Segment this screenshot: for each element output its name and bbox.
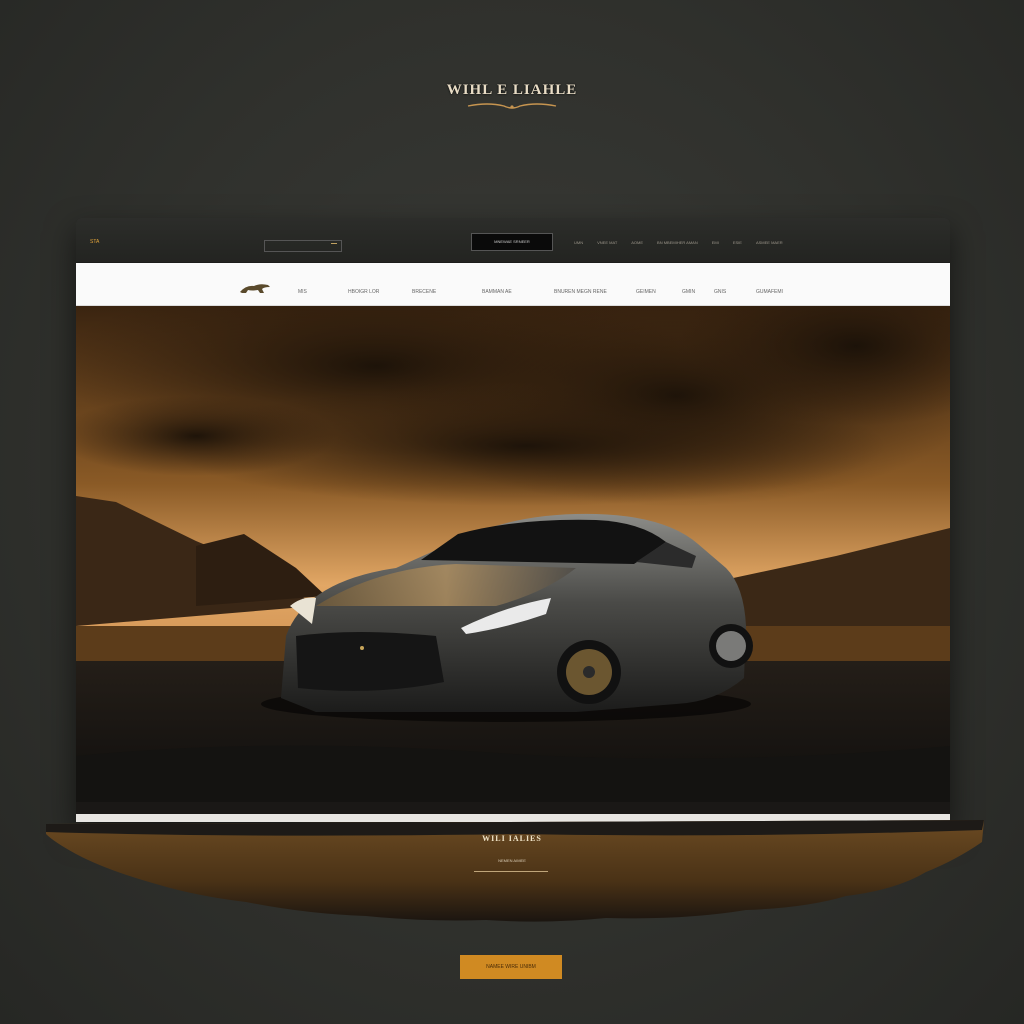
topbar-link[interactable]: VNEE MAT (597, 240, 617, 245)
topbar-link[interactable]: BN MBEMIHER AMAN (657, 240, 698, 245)
main-navigation: MIS HBOIGR LOR BRECENE BAMMAN AE BNUREN … (76, 263, 950, 306)
search-icon (331, 243, 337, 249)
jaguar-logo-icon[interactable] (238, 281, 272, 295)
nav-item[interactable]: GMIN (682, 289, 695, 295)
brand-title: WIHL E LIAHLE (446, 82, 578, 98)
nav-item[interactable]: BAMMAN AE (482, 289, 512, 295)
topbar-links: UMN VNEE MAT AOME BN MBEMIHER AMAN EMI E… (574, 240, 783, 245)
nav-item[interactable]: GUMAFEMI (756, 289, 783, 295)
nav-item[interactable]: BNUREN MEGN RENE (554, 289, 607, 295)
topbar-link[interactable]: EMI (712, 240, 719, 245)
topbar-link[interactable]: ESIE (733, 240, 742, 245)
nav-item[interactable]: HBOIGR LOR (348, 289, 379, 295)
nav-item[interactable]: GNIS (714, 289, 726, 295)
website-mockup: STA MNEWAE SRNEER UMN VNEE MAT AOME BN M… (76, 218, 950, 822)
topbar-center-button[interactable]: MNEWAE SRNEER (471, 233, 553, 251)
divider (474, 871, 548, 872)
topbar-link[interactable]: AOME (631, 240, 643, 245)
nav-item[interactable]: MIS (298, 289, 307, 295)
topbar-link[interactable]: ASMEE MAER (756, 240, 783, 245)
topbar-link[interactable]: UMN (574, 240, 583, 245)
section-subtitle: NEMEN AIMEE (498, 858, 526, 863)
topbar-left-label[interactable]: STA (90, 239, 99, 245)
hero-car-image (76, 306, 950, 814)
brand-flourish-icon (467, 103, 557, 109)
cta-button[interactable]: NAMEE WIRE UNIBM (460, 955, 562, 979)
nav-item[interactable]: GEIMEN (636, 289, 656, 295)
brand-header: WIHL E LIAHLE (0, 82, 1024, 111)
hero-banner (76, 306, 950, 814)
nav-item[interactable]: BRECENE (412, 289, 436, 295)
section-title: WILI IALIES (482, 834, 542, 843)
top-utility-bar: STA MNEWAE SRNEER UMN VNEE MAT AOME BN M… (76, 218, 950, 262)
search-box[interactable] (264, 240, 342, 252)
